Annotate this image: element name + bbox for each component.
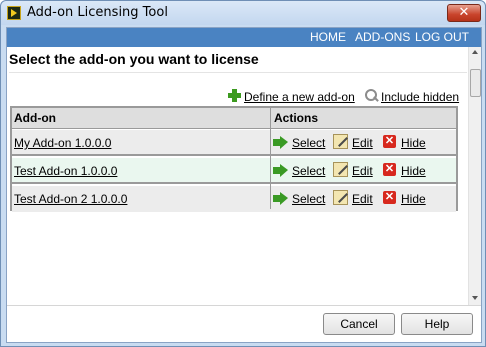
select-link[interactable]: Select — [292, 192, 325, 206]
addon-name-link[interactable]: Test Add-on 1.0.0.0 — [14, 164, 117, 178]
plus-icon[interactable] — [228, 89, 241, 102]
nav-log-out[interactable]: LOG OUT — [415, 30, 469, 44]
addon-name-link[interactable]: Test Add-on 2 1.0.0.0 — [14, 192, 127, 206]
scroll-down-arrow-icon[interactable] — [472, 296, 478, 300]
title-bar[interactable]: Add-on Licensing Tool ✕ — [1, 1, 485, 25]
addon-table: Add-on Actions My Add-on 1.0.0.0 Select … — [10, 106, 458, 212]
nav-add-ons[interactable]: ADD-ONS — [355, 30, 410, 44]
scroll-thumb[interactable] — [470, 69, 481, 97]
window-title: Add-on Licensing Tool — [27, 5, 168, 20]
header-actions: Actions — [274, 111, 319, 125]
cancel-button[interactable]: Cancel — [323, 313, 395, 335]
edit-link[interactable]: Edit — [352, 192, 373, 206]
hide-x-icon[interactable]: ✕ — [383, 135, 396, 148]
select-arrow-icon[interactable] — [273, 164, 289, 177]
nav-home[interactable]: HOME — [310, 30, 346, 44]
scroll-up-arrow-icon[interactable] — [472, 50, 478, 54]
edit-icon[interactable] — [333, 190, 348, 205]
client-area: HOME ADD-ONS LOG OUT Select the add-on y… — [6, 27, 482, 343]
edit-icon[interactable] — [333, 162, 348, 177]
select-arrow-icon[interactable] — [273, 136, 289, 149]
top-nav-bar: HOME ADD-ONS LOG OUT — [7, 28, 481, 47]
addon-name-link[interactable]: My Add-on 1.0.0.0 — [14, 136, 111, 150]
hide-link[interactable]: Hide — [401, 136, 426, 150]
title-divider — [9, 72, 467, 73]
include-hidden-link[interactable]: Include hidden — [381, 90, 459, 104]
page-title: Select the add-on you want to license — [9, 51, 259, 67]
close-button[interactable]: ✕ — [447, 4, 481, 22]
select-link[interactable]: Select — [292, 136, 325, 150]
edit-link[interactable]: Edit — [352, 136, 373, 150]
table-row: Test Add-on 1.0.0.0 Select Edit ✕ Hide — [12, 158, 456, 184]
table-row: Test Add-on 2 1.0.0.0 Select Edit ✕ Hide — [12, 186, 456, 212]
app-window: Add-on Licensing Tool ✕ HOME ADD-ONS LOG… — [0, 0, 486, 347]
hide-link[interactable]: Hide — [401, 164, 426, 178]
app-icon — [7, 6, 21, 20]
edit-link[interactable]: Edit — [352, 164, 373, 178]
vertical-scrollbar[interactable] — [468, 47, 481, 305]
define-new-addon-link[interactable]: Define a new add-on — [244, 90, 355, 104]
table-row: My Add-on 1.0.0.0 Select Edit ✕ Hide — [12, 130, 456, 156]
footer-divider — [7, 305, 481, 306]
hide-link[interactable]: Hide — [401, 192, 426, 206]
select-link[interactable]: Select — [292, 164, 325, 178]
hide-x-icon[interactable]: ✕ — [383, 163, 396, 176]
magnifier-icon[interactable] — [365, 89, 379, 103]
hide-x-icon[interactable]: ✕ — [383, 191, 396, 204]
header-add-on: Add-on — [14, 111, 56, 125]
select-arrow-icon[interactable] — [273, 192, 289, 205]
edit-icon[interactable] — [333, 134, 348, 149]
help-button[interactable]: Help — [401, 313, 473, 335]
column-divider — [270, 108, 271, 209]
table-header-row: Add-on Actions — [12, 108, 456, 129]
